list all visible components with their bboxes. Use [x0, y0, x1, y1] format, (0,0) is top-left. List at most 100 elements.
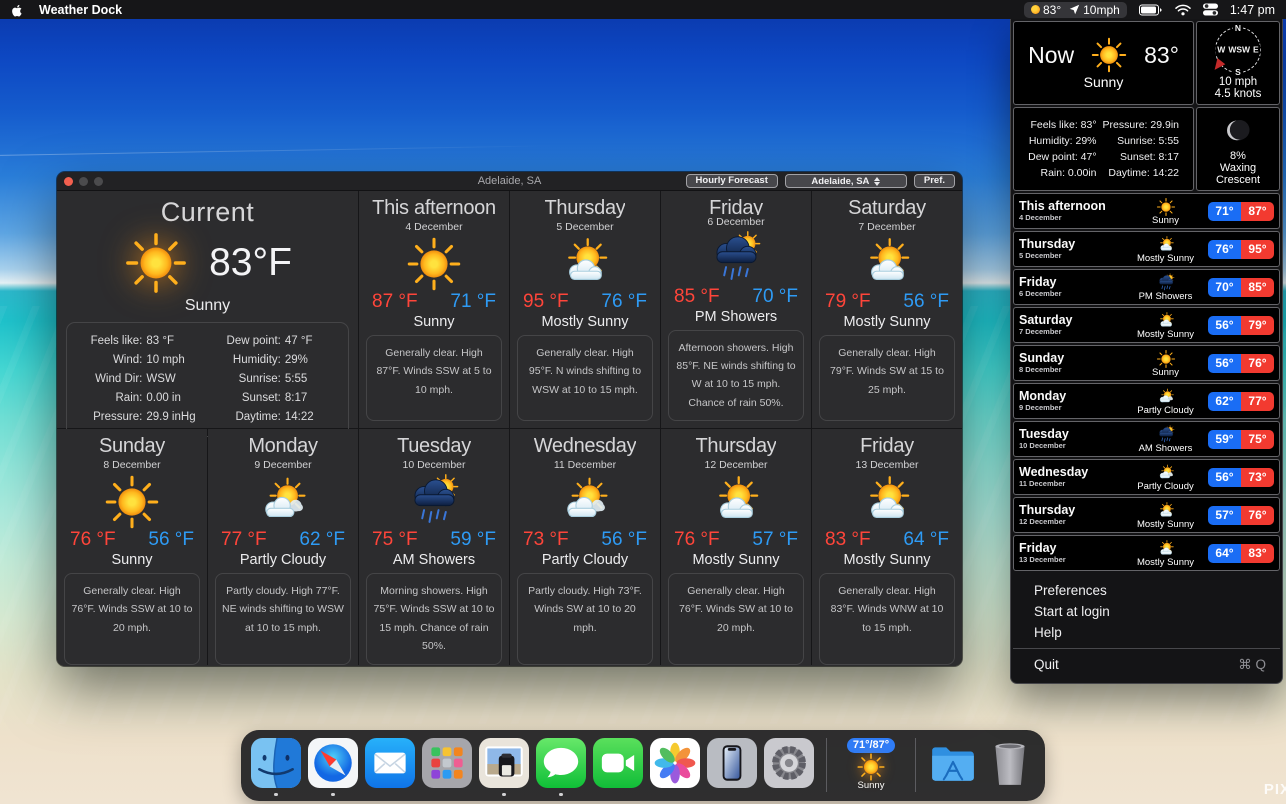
temp-badge: 59° 75°: [1208, 430, 1274, 449]
trash-icon: [985, 738, 1035, 788]
running-indicator: [559, 793, 563, 797]
forecast-row[interactable]: Thursday 12 December Mostly Sunny 57° 76…: [1013, 497, 1280, 533]
detail-line: Sunset: 8:17: [1103, 149, 1185, 165]
dock-item[interactable]: [707, 738, 757, 788]
row-day: Tuesday: [1019, 428, 1123, 441]
dock-item[interactable]: [365, 738, 415, 788]
window-titlebar[interactable]: Adelaide, SA Hourly Forecast Adelaide, S…: [57, 172, 962, 191]
dock-item[interactable]: [251, 738, 301, 788]
card-condition: Mostly Sunny: [843, 314, 930, 330]
pref-button[interactable]: Pref.: [914, 174, 955, 188]
menu-item-quit[interactable]: Quit ⌘ Q: [1013, 654, 1280, 676]
zoom-button[interactable]: [94, 177, 103, 186]
forecast-card: Friday 13 December 83 °F64 °F Mostly Sun…: [812, 429, 962, 666]
forecast-card: Thursday 12 December 76 °F57 °F Mostly S…: [661, 429, 811, 666]
card-low-temp: 71 °F: [450, 291, 496, 313]
card-summary: Generally clear. High 79°F. Winds SW at …: [819, 335, 955, 421]
dock-item[interactable]: [764, 738, 814, 788]
card-low-temp: 76 °F: [601, 291, 647, 313]
sunny-icon: [123, 230, 189, 296]
row-condition: Sunny: [1152, 215, 1179, 226]
dock: 71°/87° Sunny: [241, 730, 1045, 801]
row-date: 8 December: [1019, 365, 1123, 374]
dock-item[interactable]: [650, 738, 700, 788]
dock-item[interactable]: [536, 738, 586, 788]
card-condition: Sunny: [413, 314, 454, 330]
card-high-temp: 79 °F: [825, 291, 871, 313]
forecast-row[interactable]: This afternoon 4 December Sunny 71° 87°: [1013, 193, 1280, 229]
row-day: Monday: [1019, 390, 1123, 403]
dock-item[interactable]: [985, 738, 1035, 788]
menu-item[interactable]: Preferences: [1013, 580, 1280, 601]
card-day: Sunday: [99, 435, 165, 458]
row-date: 5 December: [1019, 251, 1123, 260]
high-temp: 95°: [1241, 240, 1274, 259]
row-day: Sunday: [1019, 352, 1123, 365]
card-high-temp: 95 °F: [523, 291, 569, 313]
wind-knots: 4.5 knots: [1215, 88, 1262, 100]
row-date: 12 December: [1019, 517, 1123, 526]
forecast-row[interactable]: Sunday 8 December Sunny 56° 76°: [1013, 345, 1280, 381]
sunny-icon: [1156, 349, 1176, 369]
row-date: 10 December: [1019, 441, 1123, 450]
close-button[interactable]: [64, 177, 73, 186]
forecast-row[interactable]: Monday 9 December Partly Cloudy 62° 77°: [1013, 383, 1280, 419]
card-condition: Mostly Sunny: [541, 314, 628, 330]
row-day: Saturday: [1019, 314, 1123, 327]
location-select[interactable]: Adelaide, SA: [785, 174, 907, 188]
conditions-details-box: Feels like: 83°Humidity: 29%Dew point: 4…: [1013, 107, 1194, 191]
menu-item[interactable]: Help: [1013, 622, 1280, 643]
battery-icon[interactable]: [1139, 4, 1163, 16]
forecast-card: Saturday 7 December 79 °F56 °F Mostly Su…: [812, 191, 962, 428]
card-low-temp: 59 °F: [450, 529, 496, 551]
card-date: 6 December: [707, 216, 764, 228]
card-low-temp: 56 °F: [903, 291, 949, 313]
current-condition: Sunny: [185, 297, 230, 315]
dock-item[interactable]: [308, 738, 358, 788]
temp-badge: 57° 76°: [1208, 506, 1274, 525]
dock-item[interactable]: [422, 738, 472, 788]
sunny-icon: [856, 753, 886, 782]
row-condition: Partly Cloudy: [1137, 405, 1194, 416]
card-condition: Mostly Sunny: [843, 552, 930, 568]
low-temp: 56°: [1208, 468, 1241, 487]
applications-folder-icon: [928, 738, 978, 788]
detail-line: Pressure: 29.9in: [1103, 117, 1185, 133]
high-temp: 85°: [1241, 278, 1274, 297]
forecast-row[interactable]: Wednesday 11 December Partly Cloudy 56° …: [1013, 459, 1280, 495]
menu-bar-clock[interactable]: 1:47 pm: [1230, 3, 1275, 17]
temp-badge: 71° 87°: [1208, 202, 1274, 221]
mostly-sunny-icon: [1156, 311, 1176, 331]
dock-item[interactable]: [479, 738, 529, 788]
iphone-mirroring-icon: [707, 738, 757, 788]
current-card: Current 83°F Sunny Feels like:83 °F Wind…: [57, 191, 358, 428]
forecast-row[interactable]: Friday 13 December Mostly Sunny 64° 83°: [1013, 535, 1280, 571]
menu-item[interactable]: Start at login: [1013, 601, 1280, 622]
dock-item[interactable]: [593, 738, 643, 788]
forecast-row[interactable]: Thursday 5 December Mostly Sunny 76° 95°: [1013, 231, 1280, 267]
messages-icon: [536, 738, 586, 788]
menu-bar-weather-item[interactable]: 83° 10mph: [1024, 2, 1127, 18]
card-day: Thursday: [696, 435, 777, 458]
now-box: Now 83° Sunny: [1013, 21, 1194, 105]
card-high-temp: 76 °F: [70, 529, 116, 551]
apple-menu-icon[interactable]: [11, 3, 24, 17]
high-temp: 79°: [1241, 316, 1274, 335]
card-date: 7 December: [858, 221, 915, 233]
forecast-row[interactable]: Saturday 7 December Mostly Sunny 56° 79°: [1013, 307, 1280, 343]
weather-dock-panel: Now 83° Sunny N S WWSWE 10 mph 4.5 knots…: [1010, 19, 1283, 684]
forecast-row[interactable]: Friday 6 December PM Showers 70° 85°: [1013, 269, 1280, 305]
hourly-forecast-button[interactable]: Hourly Forecast: [686, 174, 778, 188]
card-condition: AM Showers: [393, 552, 475, 568]
mail-icon: [365, 738, 415, 788]
minimize-button[interactable]: [79, 177, 88, 186]
wind-arrow-icon: [1069, 4, 1080, 15]
wifi-icon[interactable]: [1175, 4, 1191, 16]
forecast-row[interactable]: Tuesday 10 December AM Showers 59° 75°: [1013, 421, 1280, 457]
menu-bar-app-name[interactable]: Weather Dock: [39, 3, 122, 17]
dock-item-weather-dock[interactable]: 71°/87° Sunny: [839, 738, 903, 800]
control-center-icon[interactable]: [1203, 3, 1218, 16]
moon-phase-name: Waxing Crescent: [1197, 162, 1279, 186]
dock-item[interactable]: [928, 738, 978, 788]
dock-temp-badge: 71°/87°: [847, 738, 895, 753]
